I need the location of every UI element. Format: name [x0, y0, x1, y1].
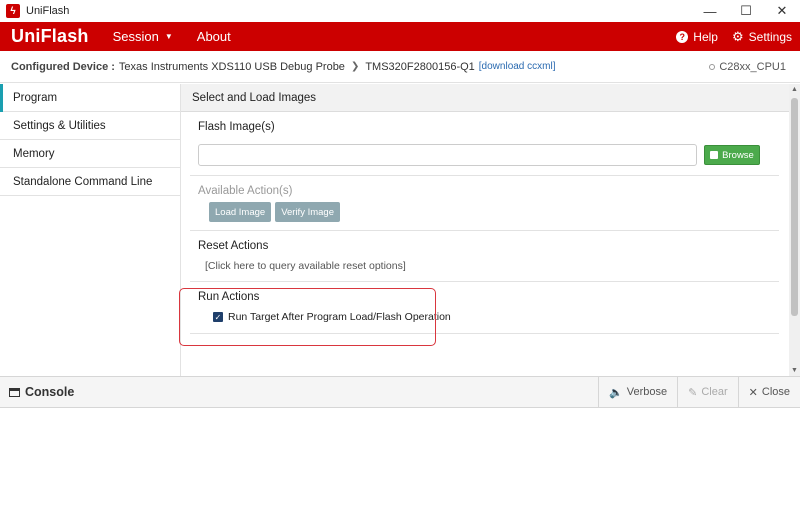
available-actions-section: Available Action(s) Load Image Verify Im…: [190, 176, 779, 231]
settings-button[interactable]: ⚙ Settings: [732, 29, 792, 45]
browse-label: Browse: [722, 149, 754, 161]
console-title-group: Console: [9, 385, 74, 399]
device-breadcrumb: Configured Device : Texas Instruments XD…: [0, 51, 800, 83]
settings-label: Settings: [748, 29, 792, 44]
verbose-label: Verbose: [626, 386, 668, 398]
sidebar-item-standalone-command-line[interactable]: Standalone Command Line: [0, 168, 180, 196]
bolt-icon: ϟ: [6, 4, 20, 18]
verify-image-button[interactable]: Verify Image: [275, 202, 340, 222]
scroll-down-icon[interactable]: ▼: [791, 367, 798, 374]
core-selector[interactable]: C28xx_CPU1: [709, 61, 786, 73]
caret-down-icon: ▼: [164, 32, 173, 41]
core-name: C28xx_CPU1: [719, 60, 786, 73]
window-controls: — ☐ ✕: [692, 0, 800, 22]
help-label: Help: [693, 29, 718, 44]
reset-actions-section: Reset Actions [Click here to query avail…: [190, 231, 779, 282]
sidebar-item-program[interactable]: Program: [0, 84, 180, 112]
main-navbar: UniFlash Session ▼ About ? Help ⚙ Settin…: [0, 22, 800, 51]
available-actions-title: Available Action(s): [198, 185, 293, 197]
panel-title: Select and Load Images: [181, 84, 789, 112]
brand-logo: UniFlash: [11, 26, 89, 46]
console-title: Console: [25, 385, 75, 399]
clear-button[interactable]: ✎ Clear: [677, 377, 738, 407]
eraser-icon: ✎: [688, 386, 698, 399]
close-console-button[interactable]: ✕ Close: [737, 377, 800, 407]
clear-label: Clear: [701, 386, 728, 398]
chevron-right-icon: ❯: [350, 61, 360, 72]
console-output[interactable]: [0, 408, 800, 520]
close-window-icon[interactable]: ✕: [764, 0, 800, 22]
content-scrollbar[interactable]: ▲ ▼: [789, 84, 800, 376]
flash-image-input[interactable]: [198, 144, 697, 166]
run-actions-highlight: [179, 288, 436, 346]
reset-actions-title: Reset Actions: [198, 240, 269, 252]
scroll-thumb[interactable]: [791, 98, 798, 316]
flash-images-title: Flash Image(s): [198, 121, 275, 133]
session-menu-label: Session: [112, 29, 159, 44]
console-header: Console 🔈 Verbose ✎ Clear ✕ Close: [0, 376, 800, 408]
device-label: Configured Device :: [11, 60, 115, 73]
sidebar-item-settings-utilities[interactable]: Settings & Utilities: [0, 112, 180, 140]
speaker-icon: 🔈: [609, 386, 623, 399]
flash-images-section: Flash Image(s) Browse: [190, 112, 779, 176]
window-icon: [9, 387, 20, 397]
radio-icon: [709, 63, 716, 70]
file-icon: [710, 151, 719, 159]
help-button[interactable]: ? Help: [676, 30, 718, 44]
window-title-bar: ϟ UniFlash — ☐ ✕: [0, 0, 800, 22]
close-icon: ✕: [748, 386, 758, 399]
sidebar: Program Settings & Utilities Memory Stan…: [0, 84, 181, 376]
query-reset-options-link[interactable]: [Click here to query available reset opt…: [190, 252, 779, 281]
maximize-icon[interactable]: ☐: [728, 0, 764, 22]
session-menu[interactable]: Session ▼: [113, 29, 173, 44]
close-label: Close: [761, 386, 790, 398]
target-name: TMS320F2800156-Q1: [365, 60, 475, 73]
browse-button[interactable]: Browse: [704, 145, 760, 165]
download-ccxml-link[interactable]: [download ccxml]: [479, 61, 556, 72]
probe-name: Texas Instruments XDS110 USB Debug Probe: [118, 60, 345, 73]
minimize-icon[interactable]: —: [692, 0, 728, 22]
help-icon: ?: [676, 30, 689, 43]
sidebar-item-memory[interactable]: Memory: [0, 140, 180, 168]
about-menu[interactable]: About: [197, 29, 231, 44]
window-title: UniFlash: [26, 5, 70, 17]
load-image-button[interactable]: Load Image: [209, 202, 272, 222]
scroll-up-icon[interactable]: ▲: [791, 86, 798, 93]
verbose-button[interactable]: 🔈 Verbose: [598, 377, 677, 407]
gear-icon: ⚙: [731, 28, 744, 44]
